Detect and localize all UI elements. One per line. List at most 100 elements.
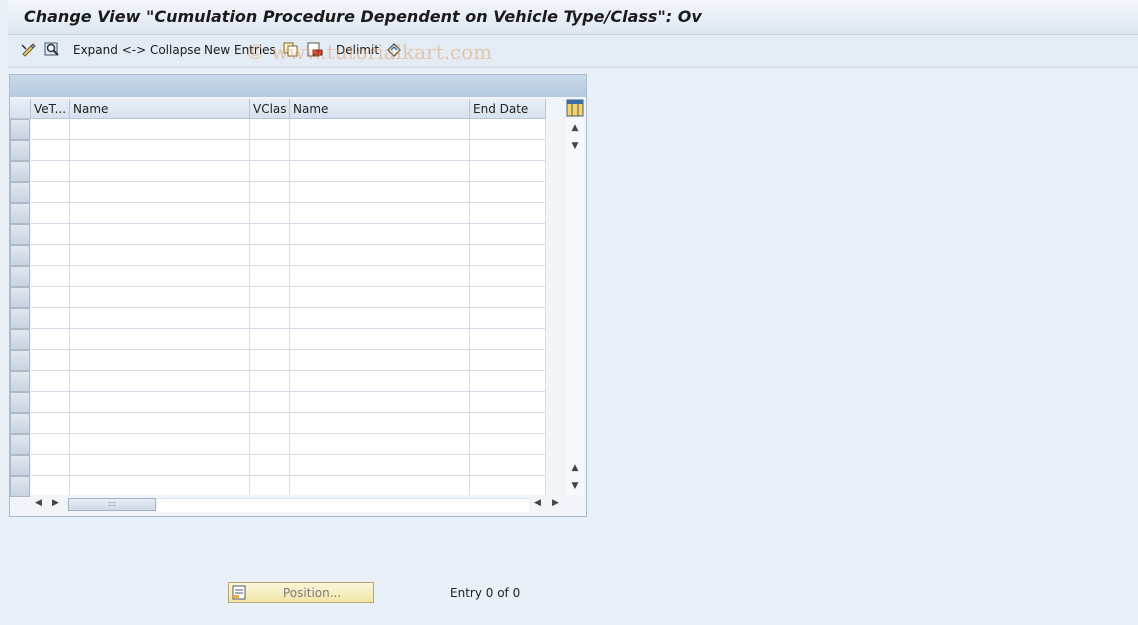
page-down-icon[interactable]: ▼ [566,481,584,491]
table-cell[interactable] [31,350,70,371]
scroll-left-icon[interactable]: ◀ [35,498,42,508]
horizontal-scrollbar[interactable]: ◀ ▶ ::: ◀ ▶ [30,495,566,513]
column-settings-icon[interactable] [566,99,584,117]
table-cell[interactable] [250,329,290,350]
table-cell[interactable] [31,476,70,497]
row-selector[interactable] [10,371,30,392]
table-cell[interactable] [290,350,470,371]
table-cell[interactable] [250,203,290,224]
table-cell[interactable] [31,224,70,245]
table-cell[interactable] [70,182,250,203]
table-cell[interactable] [250,455,290,476]
table-cell[interactable] [70,266,250,287]
table-cell[interactable] [31,329,70,350]
page-up-icon[interactable]: ▲ [566,463,584,473]
scroll-thumb[interactable]: ::: [68,498,156,511]
row-selector[interactable] [10,392,30,413]
table-cell[interactable] [290,476,470,497]
table-cell[interactable] [70,287,250,308]
table-cell[interactable] [290,203,470,224]
table-cell[interactable] [470,455,546,476]
table-cell[interactable] [250,161,290,182]
table-cell[interactable] [250,245,290,266]
table-cell[interactable] [31,203,70,224]
row-selector[interactable] [10,182,30,203]
table-cell[interactable] [70,434,250,455]
table-cell[interactable] [31,287,70,308]
table-cell[interactable] [250,350,290,371]
table-cell[interactable] [250,392,290,413]
table-cell[interactable] [31,161,70,182]
table-cell[interactable] [70,371,250,392]
table-cell[interactable] [250,182,290,203]
table-cell[interactable] [31,245,70,266]
row-selector[interactable] [10,140,30,161]
table-cell[interactable] [70,140,250,161]
column-header-vehicle-class[interactable]: VClas [250,99,290,119]
scroll-left-end-icon[interactable]: ◀ [534,498,541,508]
table-cell[interactable] [470,287,546,308]
table-cell[interactable] [70,224,250,245]
table-cell[interactable] [250,308,290,329]
row-selector[interactable] [10,224,30,245]
row-selector[interactable] [10,455,30,476]
table-cell[interactable] [31,371,70,392]
table-cell[interactable] [470,203,546,224]
table-cell[interactable] [250,266,290,287]
table-cell[interactable] [470,413,546,434]
table-cell[interactable] [470,245,546,266]
table-cell[interactable] [70,119,250,140]
table-cell[interactable] [70,476,250,497]
table-cell[interactable] [70,455,250,476]
column-header-vehicle-type[interactable]: VeT... [31,99,70,119]
scroll-track[interactable] [157,498,529,512]
row-selector[interactable] [10,308,30,329]
row-selector[interactable] [10,350,30,371]
table-cell[interactable] [470,350,546,371]
table-cell[interactable] [290,266,470,287]
table-cell[interactable] [470,371,546,392]
table-cell[interactable] [70,392,250,413]
table-cell[interactable] [70,161,250,182]
table-cell[interactable] [31,308,70,329]
column-header-end-date[interactable]: End Date [470,99,546,119]
table-cell[interactable] [250,119,290,140]
column-header-class-name[interactable]: Name [290,99,470,119]
table-cell[interactable] [70,245,250,266]
table-cell[interactable] [470,182,546,203]
table-cell[interactable] [290,140,470,161]
table-cell[interactable] [290,119,470,140]
table-cell[interactable] [250,224,290,245]
table-cell[interactable] [70,350,250,371]
table-cell[interactable] [31,266,70,287]
row-selector[interactable] [10,119,30,140]
scroll-right-icon[interactable]: ▶ [52,498,59,508]
row-selector[interactable] [10,476,30,497]
table-cell[interactable] [470,266,546,287]
table-cell[interactable] [70,413,250,434]
table-cell[interactable] [250,287,290,308]
table-cell[interactable] [290,434,470,455]
display-change-icon[interactable] [20,41,37,58]
table-cell[interactable] [290,224,470,245]
row-selector[interactable] [10,161,30,182]
table-cell[interactable] [470,224,546,245]
table-cell[interactable] [470,119,546,140]
table-cell[interactable] [290,182,470,203]
table-cell[interactable] [31,182,70,203]
row-selector[interactable] [10,434,30,455]
table-cell[interactable] [290,308,470,329]
table-cell[interactable] [470,476,546,497]
table-cell[interactable] [290,392,470,413]
table-cell[interactable] [250,413,290,434]
table-cell[interactable] [290,329,470,350]
table-cell[interactable] [70,329,250,350]
scroll-down-icon[interactable]: ▼ [566,141,584,151]
table-cell[interactable] [250,476,290,497]
scroll-right-end-icon[interactable]: ▶ [552,498,559,508]
table-cell[interactable] [470,161,546,182]
table-cell[interactable] [470,434,546,455]
row-selector[interactable] [10,287,30,308]
row-selector[interactable] [10,245,30,266]
row-selector[interactable] [10,329,30,350]
